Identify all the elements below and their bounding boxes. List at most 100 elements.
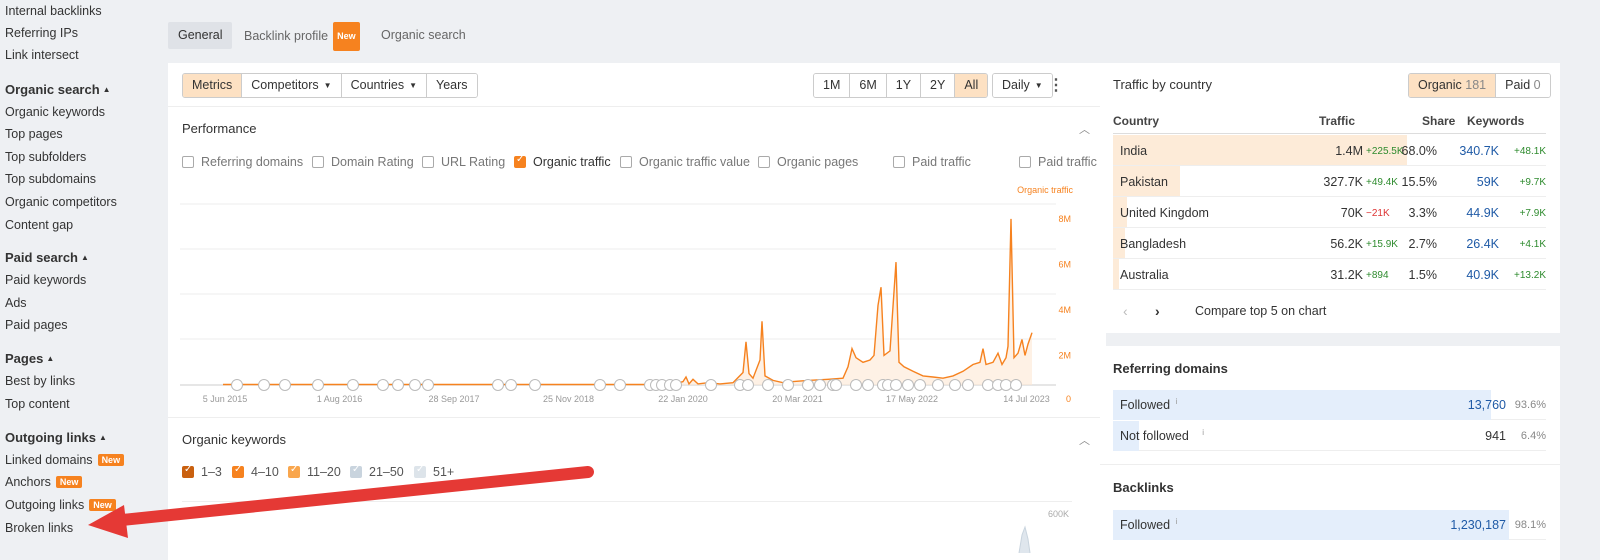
sidebar-section-pages[interactable]: Pages ▲ [5, 351, 54, 366]
checkbox-icon [893, 156, 905, 168]
x-tick-label: 1 Aug 2016 [317, 394, 363, 404]
chevron-up-icon[interactable]: ︿ [1079, 121, 1090, 137]
prev-arrow-icon[interactable]: ‹ [1123, 303, 1128, 319]
metric-checkbox[interactable]: Organic traffic [514, 154, 611, 169]
metric-checkbox[interactable]: Domain Rating [312, 155, 414, 169]
sidebar-item-top-subdomains[interactable]: Top subdomains [5, 172, 96, 186]
tab-general[interactable]: General [168, 22, 233, 49]
tab-backlink-profile[interactable]: Backlink profile New [244, 22, 360, 51]
sidebar-item-linked-domains[interactable]: Linked domains New [5, 453, 125, 467]
next-arrow-icon[interactable]: › [1155, 303, 1160, 319]
google-update-marker [850, 379, 862, 391]
sidebar-item-outgoing-links[interactable]: Outgoing links New [5, 498, 116, 512]
country-row[interactable]: Pakistan 327.7K +49.4K 15.5% 59K +9.7K [1113, 166, 1546, 197]
checkbox-label: 51+ [433, 465, 455, 479]
toggle-label: Paid [1505, 78, 1531, 92]
metrics-button[interactable]: Metrics [183, 74, 242, 97]
sidebar-item-best-by-links[interactable]: Best by links [5, 374, 75, 388]
backlinks-row[interactable]: Followed i 1,230,187 98.1% [1113, 510, 1546, 540]
checkbox-icon [620, 156, 632, 168]
traffic-delta: +15.9K [1366, 239, 1398, 250]
sidebar-section-outgoing-links[interactable]: Outgoing links ▲ [5, 430, 107, 445]
range-checkbox-11-20[interactable]: 11–20 [288, 464, 341, 479]
sidebar-item-referring-ips[interactable]: Referring IPs [5, 26, 78, 40]
traffic-by-country-card: Traffic by country Organic 181 Paid 0 Co… [1100, 63, 1560, 333]
range-6m-button[interactable]: 6M [849, 74, 886, 97]
chevron-up-icon[interactable]: ︿ [1079, 432, 1090, 448]
tab-organic-search[interactable]: Organic search [381, 22, 466, 49]
google-update-marker [830, 379, 842, 391]
metric-checkbox[interactable]: URL Rating [422, 155, 505, 169]
range-1m-button[interactable]: 1M [814, 74, 850, 97]
organic-toggle-button[interactable]: Organic 181 [1409, 74, 1496, 97]
sidebar-item-label: Outgoing links [5, 498, 85, 512]
checkbox-icon [288, 464, 300, 478]
country-name: Pakistan [1120, 175, 1168, 189]
row-percent: 98.1% [1514, 519, 1546, 531]
keywords-value[interactable]: 59K [1477, 175, 1499, 189]
share-value: 1.5% [1408, 268, 1438, 282]
sidebar-item-organic-keywords[interactable]: Organic keywords [5, 105, 105, 119]
sidebar-item-link-intersect[interactable]: Link intersect [5, 48, 79, 62]
google-update-marker [782, 379, 794, 391]
sidebar-item-ads[interactable]: Ads [5, 296, 27, 310]
series-label: Organic traffic [1017, 185, 1073, 195]
country-row[interactable]: India 1.4M +225.5K 68.0% 340.7K +48.1K [1113, 135, 1546, 166]
compare-top5-link[interactable]: Compare top 5 on chart [1195, 304, 1326, 318]
years-button[interactable]: Years [426, 74, 477, 97]
col-header-country: Country [1113, 114, 1159, 128]
range-1y-button[interactable]: 1Y [885, 74, 921, 97]
info-icon[interactable]: i [1176, 517, 1178, 526]
keywords-delta: +48.1K [1514, 146, 1546, 157]
sidebar-section-organic-search[interactable]: Organic search ▲ [5, 82, 111, 97]
sidebar-item-anchors[interactable]: Anchors New [5, 475, 83, 489]
range-checkbox-1-3[interactable]: 1–3 [182, 464, 222, 479]
country-row[interactable]: Bangladesh 56.2K +15.9K 2.7% 26.4K +4.1K [1113, 228, 1546, 259]
metric-checkbox[interactable]: Organic traffic value [620, 155, 750, 169]
metric-checkbox[interactable]: Organic pages [758, 155, 858, 169]
sidebar-item-top-pages[interactable]: Top pages [5, 127, 63, 141]
x-tick-label: 5 Jun 2015 [203, 394, 248, 404]
sidebar-item-top-content[interactable]: Top content [5, 397, 70, 411]
granularity-dropdown[interactable]: Daily ▼ [993, 74, 1052, 97]
section-title: Pages [5, 351, 44, 366]
sidebar-item-internal-backlinks[interactable]: Internal backlinks [5, 4, 102, 18]
range-checkbox-21-50[interactable]: 21–50 [350, 464, 404, 479]
more-options-icon[interactable]: ⋮ [1048, 75, 1064, 95]
checkbox-label: Domain Rating [331, 155, 414, 169]
sidebar-item-paid-keywords[interactable]: Paid keywords [5, 273, 86, 287]
sidebar-item-top-subfolders[interactable]: Top subfolders [5, 150, 86, 164]
country-row[interactable]: Australia 31.2K +894 1.5% 40.9K +13.2K [1113, 259, 1546, 290]
checkbox-icon [350, 464, 362, 478]
paid-toggle-button[interactable]: Paid 0 [1495, 74, 1550, 97]
google-update-marker [347, 379, 359, 391]
countries-dropdown[interactable]: Countries ▼ [340, 74, 427, 97]
range-all-button[interactable]: All [954, 74, 988, 97]
keywords-value[interactable]: 26.4K [1466, 237, 1499, 251]
range-2y-button[interactable]: 2Y [920, 74, 955, 97]
keywords-value[interactable]: 340.7K [1459, 144, 1499, 158]
keywords-value[interactable]: 40.9K [1466, 268, 1499, 282]
range-checkbox-51-plus[interactable]: 51+ [414, 464, 455, 479]
section-title: Paid search [5, 250, 78, 265]
sidebar-section-paid-search[interactable]: Paid search ▲ [5, 250, 89, 265]
sidebar-item-paid-pages[interactable]: Paid pages [5, 318, 68, 332]
sidebar-item-content-gap[interactable]: Content gap [5, 218, 73, 232]
toggle-count: 181 [1465, 78, 1487, 92]
checkbox-icon [414, 464, 426, 478]
keywords-value[interactable]: 44.9K [1466, 206, 1499, 220]
google-update-marker [1010, 379, 1022, 391]
country-row[interactable]: United Kingdom 70K −21K 3.3% 44.9K +7.9K [1113, 197, 1546, 228]
metric-checkbox[interactable]: Paid traffic [893, 155, 971, 169]
overview-card: Metrics Competitors ▼ Countries ▼ Years 1M… [168, 63, 1123, 560]
google-update-marker [982, 379, 994, 391]
row-value[interactable]: 1,230,187 [1450, 518, 1506, 532]
range-checkbox-4-10[interactable]: 4–10 [232, 464, 279, 479]
y-tick-label: 0 [1066, 394, 1071, 404]
checkbox-icon [758, 156, 770, 168]
sidebar-item-broken-links[interactable]: Broken links [5, 521, 73, 535]
metric-checkbox[interactable]: Referring domains [182, 155, 303, 169]
competitors-dropdown[interactable]: Competitors ▼ [241, 74, 341, 97]
share-value: 2.7% [1408, 237, 1438, 251]
sidebar-item-organic-competitors[interactable]: Organic competitors [5, 195, 117, 209]
